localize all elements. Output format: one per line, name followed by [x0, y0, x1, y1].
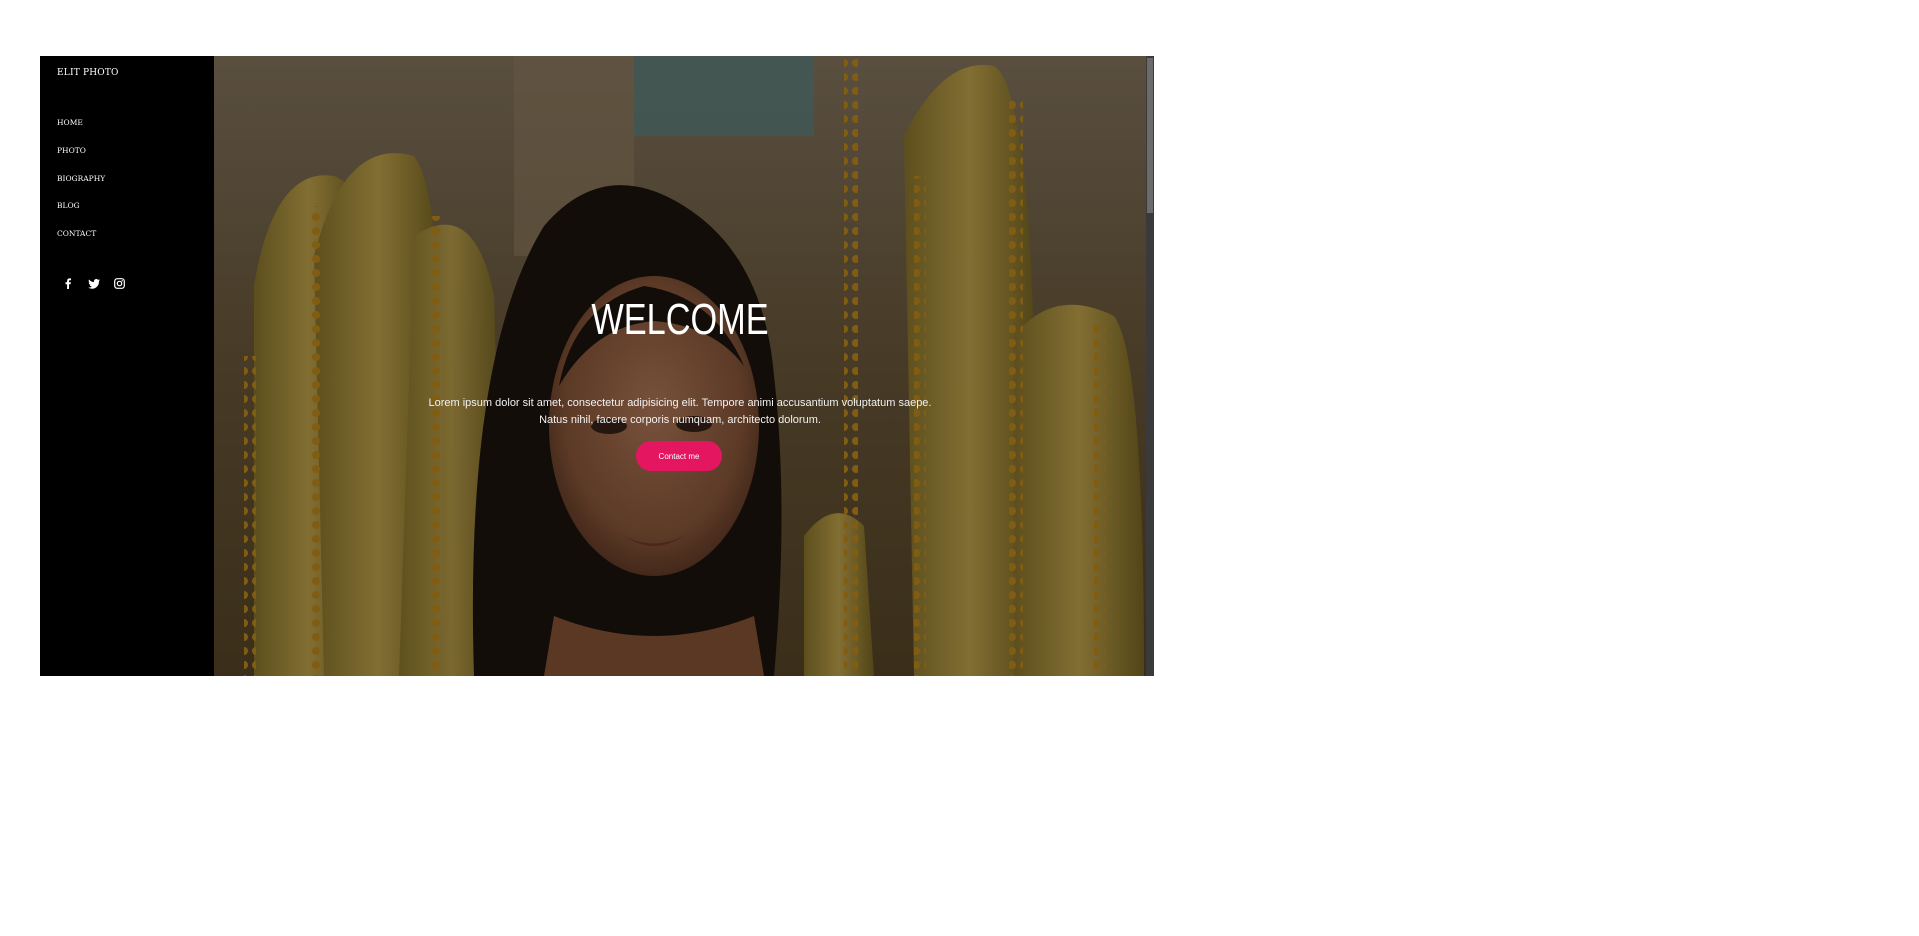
nav-item-biography[interactable]: BIOGRAPHY	[57, 174, 105, 202]
instagram-icon[interactable]	[113, 277, 126, 290]
scrollbar-thumb[interactable]	[1147, 58, 1153, 213]
contact-me-button[interactable]: Contact me	[636, 441, 722, 471]
social-links	[61, 277, 126, 290]
nav-item-contact[interactable]: CONTACT	[57, 229, 105, 257]
brand-logo[interactable]: ELIT PHOTO	[57, 68, 119, 78]
hero-section: WELCOME Lorem ipsum dolor sit amet, cons…	[214, 56, 1154, 676]
twitter-icon[interactable]	[87, 277, 100, 290]
sidebar: ELIT PHOTO HOME PHOTO BIOGRAPHY BLOG CON…	[40, 56, 214, 676]
nav-item-home[interactable]: HOME	[57, 118, 105, 146]
nav-item-photo[interactable]: PHOTO	[57, 146, 105, 174]
site-frame: ELIT PHOTO HOME PHOTO BIOGRAPHY BLOG CON…	[40, 56, 1154, 676]
facebook-icon[interactable]	[61, 277, 74, 290]
hero-content: WELCOME Lorem ipsum dolor sit amet, cons…	[214, 56, 1146, 676]
hero-description-line-1: Lorem ipsum dolor sit amet, consectetur …	[428, 397, 932, 409]
scrollbar[interactable]	[1146, 56, 1154, 676]
nav-item-blog[interactable]: BLOG	[57, 201, 105, 229]
main-nav: HOME PHOTO BIOGRAPHY BLOG CONTACT	[57, 118, 105, 257]
hero-description-line-2: Natus nihil, facere corporis numquam, ar…	[539, 414, 821, 426]
hero-title: WELCOME	[591, 295, 769, 344]
hero-description: Lorem ipsum dolor sit amet, consectetur …	[214, 395, 1146, 429]
